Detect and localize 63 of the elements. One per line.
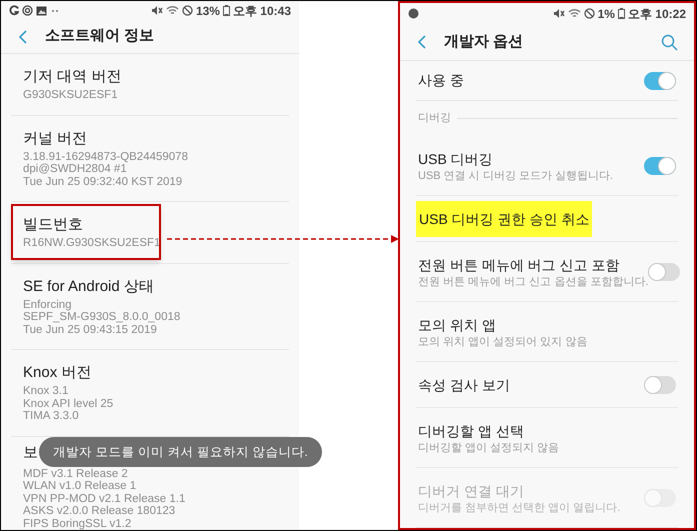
- setting-description: 전원 버튼 메뉴에 버그 신고 옵션을 포함합니다.: [418, 274, 648, 288]
- setting-title: 빌드번호: [23, 215, 83, 235]
- setting-title: USB 디버깅: [418, 150, 494, 168]
- setting-value: SEPF_SM-G930S_8.0.0_0018: [23, 311, 182, 324]
- battery-icon: [618, 8, 625, 20]
- setting-title: 모의 위치 앱: [418, 316, 497, 334]
- mute-icon: [150, 5, 163, 16]
- toast-message: 개발자 모드를 이미 켜서 필요하지 않습니다.: [39, 437, 322, 467]
- search-icon[interactable]: [661, 34, 678, 51]
- battery-percent: 13%: [196, 2, 220, 20]
- image-icon: [36, 6, 47, 16]
- setting-value: dpi@SWDH2804 #1: [23, 163, 128, 176]
- clock: 오후 10:22: [628, 6, 686, 23]
- setting-value: 3.18.91-16294873-QB24459078: [23, 150, 189, 163]
- toggle-switch[interactable]: [644, 72, 676, 90]
- setting-value: Tue Jun 25 09:43:15 2019: [23, 324, 158, 336]
- back-button[interactable]: [19, 30, 27, 44]
- section-header: 디버깅: [418, 111, 451, 126]
- notification-icon: [408, 8, 419, 20]
- setting-title: 디버거 연결 대기: [418, 482, 525, 500]
- setting-description: USB 연결 시 디버깅 모드가 실행됩니다.: [418, 168, 614, 182]
- setting-description: 디버깅할 앱이 설정되지 않음: [418, 440, 560, 454]
- blocked-icon: [584, 8, 595, 20]
- toggle-switch[interactable]: [648, 262, 680, 280]
- setting-value: MDF v3.1 Release 2: [23, 468, 129, 480]
- setting-title: 전원 버튼 메뉴에 버그 신고 포함: [418, 256, 620, 274]
- setting-title: 커널 버전: [23, 128, 88, 148]
- setting-title: Knox 버전: [23, 363, 92, 383]
- setting-title: 사용 중: [418, 71, 465, 90]
- setting-value: TIMA 3.3.0: [23, 410, 80, 422]
- wifi-icon: [166, 5, 179, 16]
- setting-value: VPN PP-MOD v2.1 Release 1.1: [23, 492, 186, 505]
- toggle-switch[interactable]: [644, 156, 676, 174]
- setting-value: R16NW.G930SKSU2ESF1: [23, 237, 162, 250]
- setting-description: 모의 위치 앱이 설정되어 있지 않음: [418, 334, 588, 348]
- setting-value: Knox API level 25: [23, 398, 114, 410]
- setting-value: WLAN v1.0 Release 1: [23, 480, 138, 492]
- back-button[interactable]: [418, 35, 426, 50]
- setting-value: ASKS v2.0.0 Release 180123: [23, 505, 176, 518]
- setting-value: G930SKSU2ESF1: [23, 89, 119, 102]
- g-icon: [9, 5, 19, 16]
- screen-title: 개발자 옵션: [444, 32, 524, 52]
- target-icon: [22, 5, 33, 16]
- setting-value: Knox 3.1: [23, 385, 70, 398]
- setting-value: Enforcing: [23, 298, 73, 311]
- wifi-icon: [568, 8, 581, 20]
- toggle-switch[interactable]: [644, 376, 676, 394]
- clock: 오후 10:43: [232, 2, 291, 20]
- mute-icon: [552, 8, 565, 20]
- more-icon: [50, 8, 60, 13]
- blocked-icon: [182, 5, 193, 16]
- battery-icon: [222, 5, 230, 16]
- setting-value: Tue Jun 25 09:32:40 KST 2019: [23, 176, 184, 188]
- setting-value: FIPS BoringSSL v1.2: [23, 518, 132, 530]
- setting-title: 보: [23, 442, 38, 462]
- setting-title: 디버깅할 앱 선택: [418, 422, 525, 440]
- setting-description: 디버거를 첨부하면 선택한 앱이 열립니다.: [418, 500, 622, 514]
- setting-title: SE for Android 상태: [23, 276, 154, 296]
- battery-percent: 1%: [598, 6, 615, 23]
- setting-title: 속성 검사 보기: [418, 376, 511, 394]
- highlighted-setting[interactable]: USB 디버깅 권한 승인 취소: [416, 200, 592, 236]
- screen-title: 소프트웨어 정보: [45, 26, 154, 46]
- setting-title: 기저 대역 버전: [23, 67, 122, 87]
